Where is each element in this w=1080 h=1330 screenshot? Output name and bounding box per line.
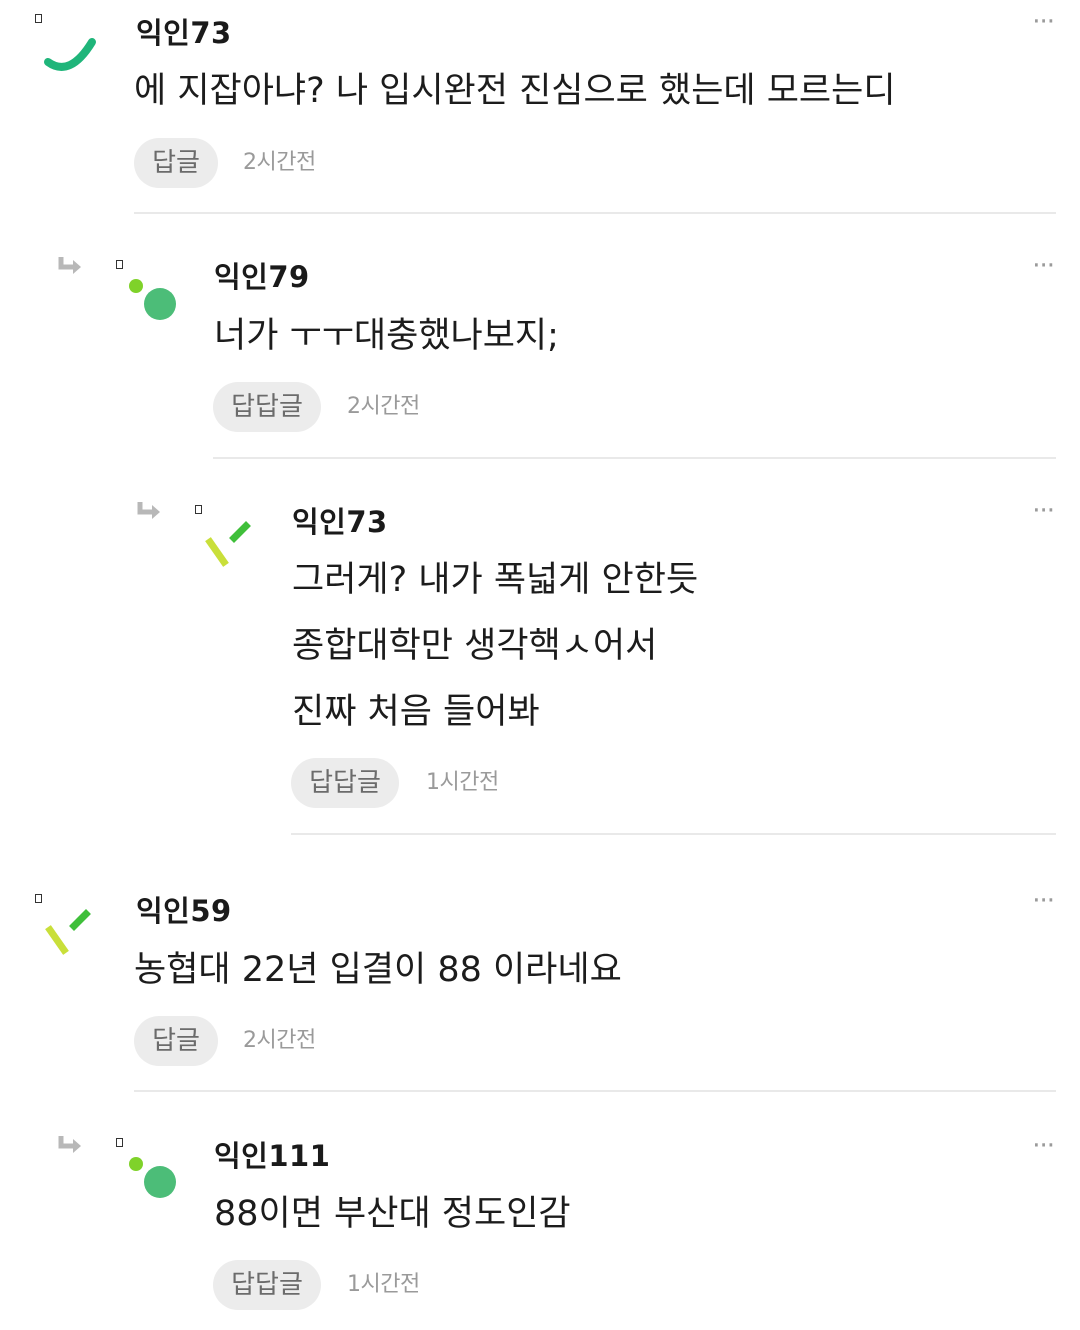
reply-arrow-icon bbox=[137, 502, 160, 519]
comment-text: 88이면 부산대 정도인감 bbox=[214, 1194, 571, 1234]
more-options-button[interactable]: ··· bbox=[1032, 9, 1055, 35]
comment-text-line: 종합대학만 생각핵ㅅ어서 bbox=[292, 626, 658, 666]
timestamp: 2시간전 bbox=[243, 150, 316, 175]
author-name: 익인111 bbox=[214, 1139, 331, 1173]
divider bbox=[213, 457, 1056, 459]
reply-button[interactable]: 답글 bbox=[134, 138, 218, 188]
reply-button[interactable]: 답글 bbox=[134, 1016, 218, 1066]
timestamp: 1시간전 bbox=[347, 1272, 420, 1297]
author-name: 익인73 bbox=[292, 505, 388, 539]
divider bbox=[134, 212, 1056, 214]
comment-text-line: 그러게? 내가 폭넓게 안한듯 bbox=[292, 560, 699, 600]
reply-arrow-icon bbox=[58, 257, 81, 274]
timestamp: 2시간전 bbox=[347, 394, 420, 419]
divider bbox=[291, 833, 1056, 835]
author-name: 익인79 bbox=[214, 260, 310, 294]
avatar-dots-icon bbox=[129, 279, 176, 320]
author-name: 익인59 bbox=[136, 894, 232, 928]
timestamp: 2시간전 bbox=[243, 1028, 316, 1053]
comment-text: 너가 ㅜㅜ대충했나보지; bbox=[214, 316, 559, 356]
avatar-arc-icon bbox=[44, 38, 96, 71]
badge-icon bbox=[195, 505, 202, 514]
avatar-dots-icon bbox=[129, 1157, 176, 1198]
badge-icon bbox=[116, 260, 123, 269]
more-options-button[interactable]: ··· bbox=[1032, 498, 1055, 524]
avatar-strokes-icon bbox=[45, 909, 91, 955]
badge-icon bbox=[116, 1138, 123, 1147]
divider bbox=[134, 1090, 1056, 1092]
reply-button[interactable]: 답답글 bbox=[213, 1260, 321, 1310]
author-name: 익인73 bbox=[136, 16, 232, 50]
more-options-button[interactable]: ··· bbox=[1032, 1133, 1055, 1159]
reply-arrow-icon bbox=[58, 1136, 81, 1153]
badge-icon bbox=[35, 894, 42, 903]
reply-button[interactable]: 답답글 bbox=[213, 382, 321, 432]
comment-item: 익인73 ··· 에 지잡아냐? 나 입시완전 진심으로 했는데 모르는디 답글… bbox=[0, 0, 1080, 215]
timestamp: 1시간전 bbox=[426, 770, 499, 795]
comment-text: 에 지잡아냐? 나 입시완전 진심으로 했는데 모르는디 bbox=[134, 71, 896, 111]
more-options-button[interactable]: ··· bbox=[1032, 253, 1055, 279]
avatar-strokes-icon bbox=[205, 521, 251, 567]
comment-text: 농협대 22년 입결이 88 이라네요 bbox=[134, 950, 622, 990]
reply-button[interactable]: 답답글 bbox=[291, 758, 399, 808]
comment-text-line: 진짜 처음 들어봐 bbox=[292, 692, 540, 732]
more-options-button[interactable]: ··· bbox=[1032, 888, 1055, 914]
